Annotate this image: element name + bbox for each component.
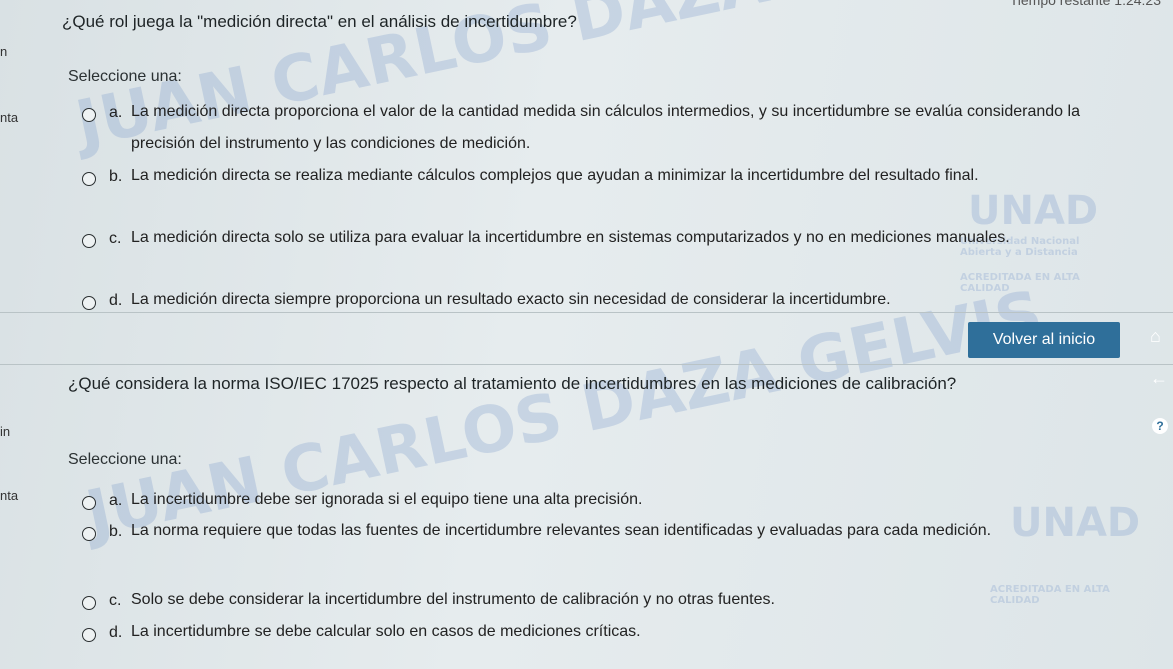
q2-option-b[interactable]: b. La norma requiere que todas las fuent…: [82, 522, 1112, 547]
question-2-text: ¿Qué considera la norma ISO/IEC 17025 re…: [68, 374, 957, 393]
q2-option-c-letter: c.: [109, 592, 122, 609]
q2-option-b-radio[interactable]: [82, 527, 96, 541]
q2-option-b-letter: b.: [109, 523, 123, 540]
sidebar-stub: nta: [0, 488, 19, 503]
quiz-page: JUAN CARLOS DAZA GELVIS JUAN CARLOS DAZA…: [0, 0, 1173, 669]
q1-option-b-letter: b.: [109, 168, 123, 185]
q1-option-a[interactable]: a. La medición directa proporciona el va…: [82, 103, 1112, 160]
q1-option-b-radio[interactable]: [82, 172, 96, 186]
section-divider: [0, 312, 1173, 313]
q2-option-d-radio[interactable]: [82, 628, 96, 642]
arrow-left-icon[interactable]: ←: [1150, 368, 1168, 389]
q1-option-b[interactable]: b. La medición directa se realiza median…: [82, 167, 1112, 192]
home-button[interactable]: Volver al inicio: [968, 322, 1120, 358]
question-1-select-label: Seleccione una:: [68, 68, 182, 85]
q2-option-c-text: Solo se debe considerar la incertidumbre…: [131, 591, 775, 608]
q1-option-c-radio[interactable]: [82, 234, 96, 248]
section-divider: [0, 364, 1173, 365]
q1-option-c[interactable]: c. La medición directa solo se utiliza p…: [82, 229, 1112, 254]
q1-option-a-letter: a.: [109, 104, 123, 121]
q1-option-d-radio[interactable]: [82, 296, 96, 310]
q2-option-a-radio[interactable]: [82, 496, 96, 510]
q2-option-d-text: La incertidumbre se debe calcular solo e…: [131, 623, 641, 640]
time-remaining: Tiempo restante 1:24:23: [1009, 0, 1161, 8]
sidebar-stub: in: [0, 424, 11, 439]
question-2-select-label: Seleccione una:: [68, 451, 182, 468]
q1-option-c-letter: c.: [109, 230, 122, 247]
q1-option-a-text: La medición directa proporciona el valor…: [131, 103, 1080, 152]
q2-option-d-letter: d.: [109, 624, 123, 641]
home-icon[interactable]: ⌂: [1150, 326, 1161, 347]
question-1-text: ¿Qué rol juega la "medición directa" en …: [62, 12, 577, 31]
q1-option-c-text: La medición directa solo se utiliza para…: [131, 229, 1010, 246]
q1-option-d-letter: d.: [109, 292, 123, 309]
sidebar-stub: n: [0, 44, 8, 59]
q2-option-a-letter: a.: [109, 492, 123, 509]
help-icon[interactable]: ?: [1152, 418, 1168, 434]
q2-option-c-radio[interactable]: [82, 596, 96, 610]
q2-option-d[interactable]: d. La incertidumbre se debe calcular sol…: [82, 623, 1112, 648]
q2-option-b-text: La norma requiere que todas las fuentes …: [131, 522, 992, 539]
q2-option-a-text: La incertidumbre debe ser ignorada si el…: [131, 491, 643, 508]
q2-option-a[interactable]: a. La incertidumbre debe ser ignorada si…: [82, 491, 1112, 516]
q1-option-a-radio[interactable]: [82, 108, 96, 122]
q1-option-b-text: La medición directa se realiza mediante …: [131, 167, 979, 184]
q2-option-c[interactable]: c. Solo se debe considerar la incertidum…: [82, 591, 1112, 616]
sidebar-stub: nta: [0, 110, 19, 125]
